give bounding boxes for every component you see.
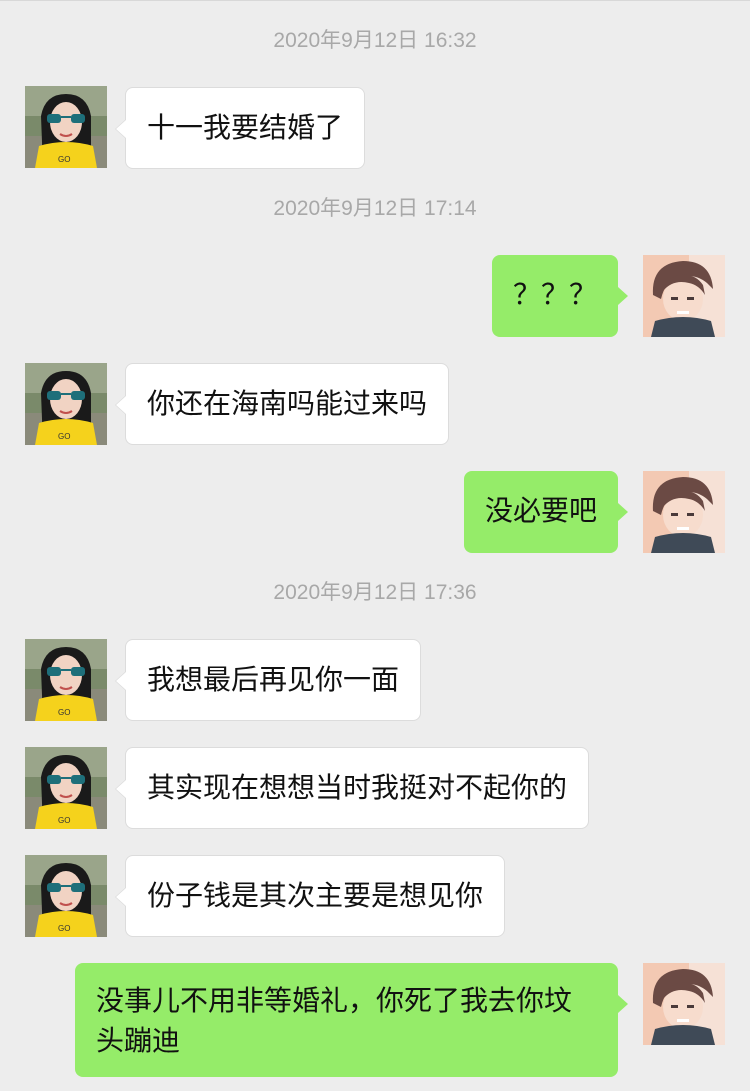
timestamp: 2020年9月12日 17:36 <box>273 581 477 604</box>
message-bubble-outgoing[interactable]: 没事儿不用非等婚礼，你死了我去你坟头蹦迪 <box>75 963 628 1077</box>
message-text: ？？？ <box>512 278 597 311</box>
self-avatar[interactable] <box>643 255 725 337</box>
message-text: 十一我要结婚了 <box>147 111 344 144</box>
message-bubble-incoming[interactable]: 我想最后再见你一面 <box>115 639 422 721</box>
message-bubble-incoming[interactable]: 份子钱是其次主要是想见你 <box>115 855 506 937</box>
message-text: 没事儿不用非等婚礼，你死了我去你坟头蹦迪 <box>96 984 573 1057</box>
timestamp: 2020年9月12日 16:32 <box>273 29 477 52</box>
contact-avatar[interactable]: GO <box>25 639 107 721</box>
woman-sunglasses-avatar-icon: GO <box>25 86 107 168</box>
anime-boy-avatar-icon <box>643 963 725 1045</box>
contact-avatar[interactable]: GO <box>25 86 107 168</box>
svg-text:GO: GO <box>58 924 70 933</box>
woman-sunglasses-avatar-icon: GO <box>25 363 107 445</box>
bubble-tail <box>618 287 628 305</box>
self-avatar[interactable] <box>643 963 725 1045</box>
bubble-tail <box>618 995 628 1013</box>
woman-sunglasses-avatar-icon: GO <box>25 747 107 829</box>
message-bubble-incoming[interactable]: 其实现在想想当时我挺对不起你的 <box>115 747 590 829</box>
message-bubble-outgoing[interactable]: 没必要吧 <box>463 471 628 553</box>
message-bubble-incoming[interactable]: 你还在海南吗能过来吗 <box>115 363 450 445</box>
message-text: 没必要吧 <box>484 494 597 527</box>
svg-text:GO: GO <box>58 816 70 825</box>
anime-boy-avatar-icon <box>643 255 725 337</box>
bubble-tail <box>115 119 126 139</box>
contact-avatar[interactable]: GO <box>25 855 107 937</box>
woman-sunglasses-avatar-icon: GO <box>25 639 107 721</box>
self-avatar[interactable] <box>643 471 725 553</box>
bubble-tail <box>115 779 126 799</box>
contact-avatar[interactable]: GO <box>25 747 107 829</box>
message-text: 你还在海南吗能过来吗 <box>147 387 428 420</box>
bubble-tail <box>115 887 126 907</box>
bubble-tail <box>115 395 126 415</box>
message-text: 我想最后再见你一面 <box>147 663 400 696</box>
message-text: 份子钱是其次主要是想见你 <box>147 879 484 912</box>
svg-text:GO: GO <box>58 708 70 717</box>
woman-sunglasses-avatar-icon: GO <box>25 855 107 937</box>
svg-text:GO: GO <box>58 155 70 164</box>
message-text: 其实现在想想当时我挺对不起你的 <box>147 771 568 804</box>
contact-avatar[interactable]: GO <box>25 363 107 445</box>
bubble-tail <box>115 671 126 691</box>
anime-boy-avatar-icon <box>643 471 725 553</box>
svg-text:GO: GO <box>58 432 70 441</box>
message-bubble-outgoing[interactable]: ？？？ <box>491 255 628 337</box>
bubble-tail <box>618 503 628 521</box>
timestamp: 2020年9月12日 17:14 <box>273 197 477 220</box>
chat-window: 2020年9月12日 16:32 GO 十一我要结婚了 2020年9月12日 1… <box>0 0 750 1091</box>
message-bubble-incoming[interactable]: 十一我要结婚了 <box>115 87 366 169</box>
